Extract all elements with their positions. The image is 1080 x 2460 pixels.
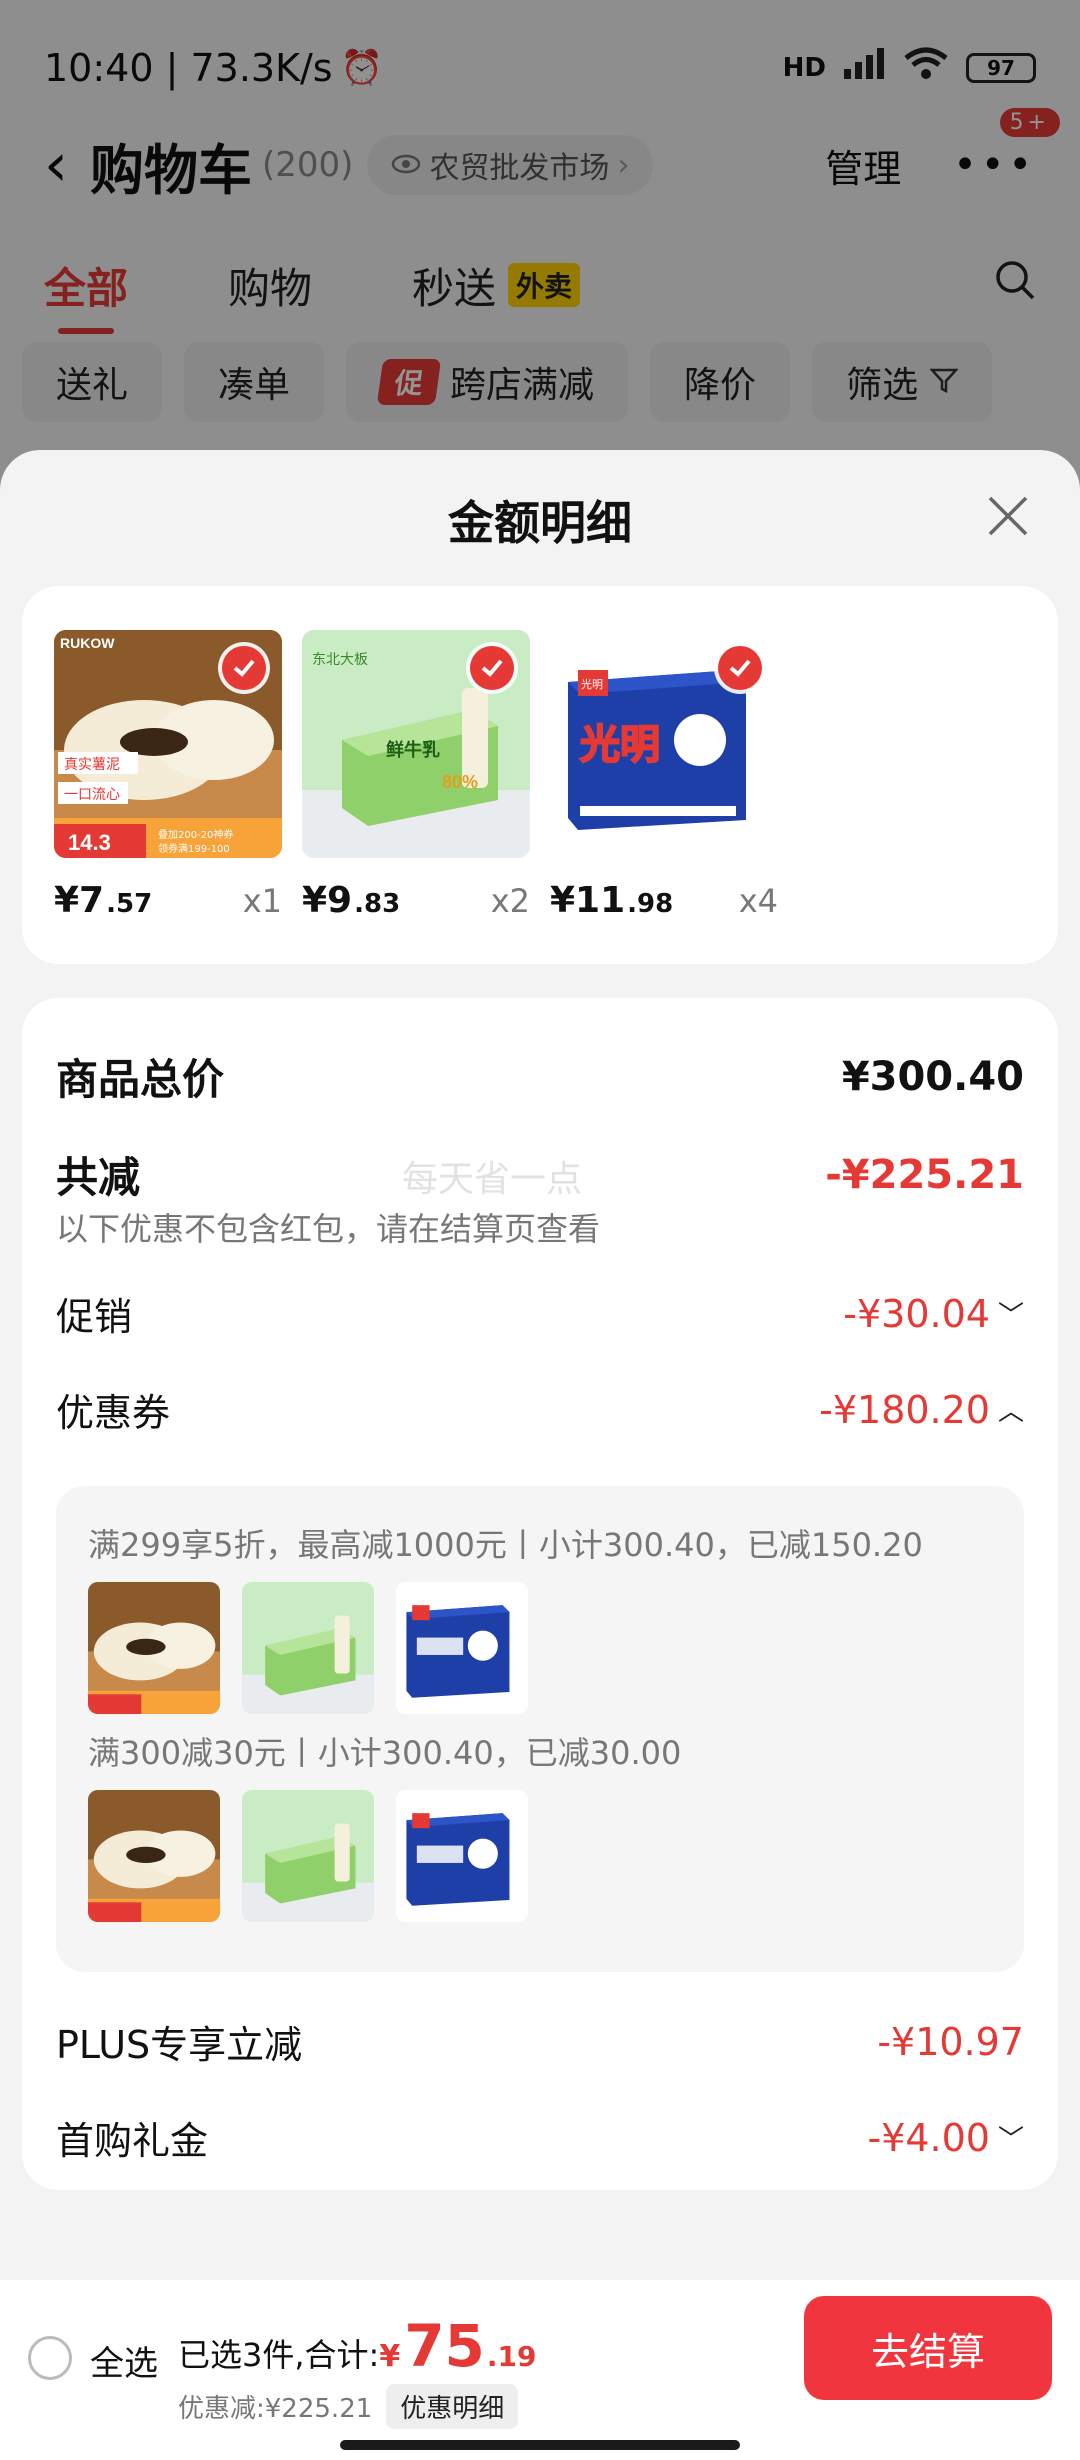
coupon-rule-1: 满299享5折，最高减1000元丨小计300.40，已减150.20 [88, 1526, 923, 1564]
coupon-label: 优惠券 [56, 1391, 171, 1435]
product-price-row: ¥7 .57 x1 [54, 880, 282, 921]
selected-products-card: RUKOW 真实薯泥 一口流心 14.3 叠加200-20神券 领券满199-1… [22, 586, 1058, 964]
price-summary-card: 商品总价 ¥300.40 共减 -¥225.21 每天省一点 以下优惠不包含红包… [22, 998, 1058, 2190]
price-integer: ¥11 [550, 880, 626, 921]
price-decimal: .57 [106, 889, 153, 919]
milk-popsicle-thumbnail [242, 1790, 374, 1922]
plus-discount-amount: -¥10.97 [877, 2019, 1024, 2064]
checked-icon[interactable] [470, 646, 514, 690]
first-purchase-gift-row[interactable]: 首购礼金 -¥4.00 ﹀ [56, 2110, 1024, 2165]
guangming-box-thumbnail [396, 1582, 528, 1714]
coupon-rule-2: 满300减30元丨小计300.40，已减30.00 [88, 1734, 682, 1772]
coupon-value: -¥180.20 ︿ [819, 1388, 1024, 1432]
coupon-row[interactable]: 优惠券 -¥180.20 ︿ [56, 1382, 1024, 1437]
product-quantity: x2 [490, 882, 530, 920]
discount-detail-button[interactable]: 优惠明细 [386, 2384, 519, 2429]
total-price-row: 商品总价 ¥300.40 [56, 1046, 1024, 1107]
sheet-title: 金额明细 [448, 496, 632, 550]
image-caption: 鲜牛乳 [386, 739, 440, 761]
home-indicator[interactable] [340, 2440, 740, 2450]
product-item[interactable]: 光明 光明 ¥11 .98 x4 [550, 630, 778, 921]
mochi-icecream-thumbnail [88, 1582, 220, 1714]
product-quantity: x4 [738, 882, 778, 920]
checked-icon[interactable] [718, 646, 762, 690]
coupon-detail-box: 满299享5折，最高减1000元丨小计300.40，已减150.20 满300减… [56, 1486, 1024, 1972]
image-caption: 一口流心 [64, 787, 120, 803]
coupon-1-thumbnails [88, 1582, 528, 1714]
guangming-icecream-box-image: 光明 光明 [550, 630, 778, 858]
mochi-icecream-image: RUKOW 真实薯泥 一口流心 14.3 叠加200-20神券 领券满199-1… [54, 630, 282, 858]
discount-info: 优惠减:¥225.21 优惠明细 [178, 2384, 519, 2429]
total-price-value: ¥300.40 [841, 1053, 1024, 1100]
image-caption: 光明 [580, 722, 660, 768]
promotion-value: -¥30.04 ﹀ [843, 1292, 1024, 1336]
checked-icon[interactable] [222, 646, 266, 690]
select-all-label[interactable]: 全选 [90, 2336, 158, 2385]
total-decimal: .19 [486, 2340, 537, 2373]
image-caption: 80% [442, 772, 478, 792]
total-reduction-label: 共减 [56, 1153, 141, 1202]
watermark-text: 每天省一点 [402, 1159, 583, 1200]
product-item[interactable]: 东北大板 鲜牛乳 80% ¥9 .83 x2 [302, 630, 530, 921]
first-purchase-gift-value: -¥4.00 ﹀ [867, 2116, 1024, 2160]
total-currency: ¥ [379, 2339, 401, 2374]
product-item[interactable]: RUKOW 真实薯泥 一口流心 14.3 叠加200-20神券 领券满199-1… [54, 630, 282, 921]
coupon-amount: -¥180.20 [819, 1387, 990, 1432]
image-brand: RUKOW [60, 635, 115, 651]
chevron-down-icon: ﹀ [997, 1301, 1024, 1331]
total-reduction-value: -¥225.21 [825, 1151, 1024, 1198]
milk-popsicle-box-image: 东北大板 鲜牛乳 80% [302, 630, 530, 858]
image-coupon-note: 叠加200-20神券 [158, 828, 233, 841]
promotion-amount: -¥30.04 [843, 1291, 990, 1336]
image-brand: 东北大板 [312, 652, 368, 668]
total-integer: 75 [404, 2312, 485, 2380]
selected-total: 已选3件,合计: ¥ 75 .19 [178, 2312, 537, 2380]
amount-detail-sheet: 金额明细 RUKOW 真实薯泥 一口流心 14.3 叠加200-20神券 领券满… [0, 450, 1080, 2460]
plus-discount-row: PLUS专享立减 -¥10.97 [56, 2014, 1024, 2069]
promotion-label: 促销 [56, 1295, 133, 1339]
guangming-box-thumbnail [396, 1790, 528, 1922]
checkout-button[interactable]: 去结算 [804, 2296, 1052, 2400]
discount-amount-text: 优惠减:¥225.21 [178, 2394, 373, 2424]
select-all-checkbox[interactable] [28, 2336, 72, 2380]
plus-discount-value: -¥10.97 [877, 2020, 1024, 2064]
milk-popsicle-thumbnail [242, 1582, 374, 1714]
product-price-row: ¥9 .83 x2 [302, 880, 530, 921]
chevron-down-icon: ﹀ [997, 2125, 1024, 2155]
chevron-up-icon: ︿ [997, 1397, 1024, 1427]
first-purchase-gift-label: 首购礼金 [56, 2119, 209, 2163]
product-quantity: x1 [242, 882, 282, 920]
image-coupon-note: 领券满199-100 [158, 842, 230, 855]
reduction-note: 以下优惠不包含红包，请在结算页查看 [56, 1210, 601, 1248]
image-price: 14.3 [68, 830, 111, 855]
image-caption: 真实薯泥 [64, 757, 120, 773]
price-decimal: .83 [354, 889, 401, 919]
total-price-label: 商品总价 [56, 1055, 225, 1104]
selected-count-text: 已选3件,合计: [178, 2336, 380, 2374]
product-price-row: ¥11 .98 x4 [550, 880, 778, 921]
first-purchase-gift-amount: -¥4.00 [867, 2115, 990, 2160]
close-icon[interactable] [978, 486, 1038, 546]
promotion-row[interactable]: 促销 -¥30.04 ﹀ [56, 1286, 1024, 1341]
price-decimal: .98 [627, 889, 674, 919]
price-integer: ¥9 [302, 880, 353, 921]
coupon-2-thumbnails [88, 1790, 528, 1922]
mochi-icecream-thumbnail [88, 1790, 220, 1922]
image-brand: 光明 [581, 677, 603, 691]
plus-discount-label: PLUS专享立减 [56, 2023, 303, 2067]
checkout-footer: 全选 已选3件,合计: ¥ 75 .19 优惠减:¥225.21 优惠明细 去结… [0, 2280, 1080, 2460]
sheet-header: 金额明细 [0, 450, 1080, 590]
price-integer: ¥7 [54, 880, 105, 921]
